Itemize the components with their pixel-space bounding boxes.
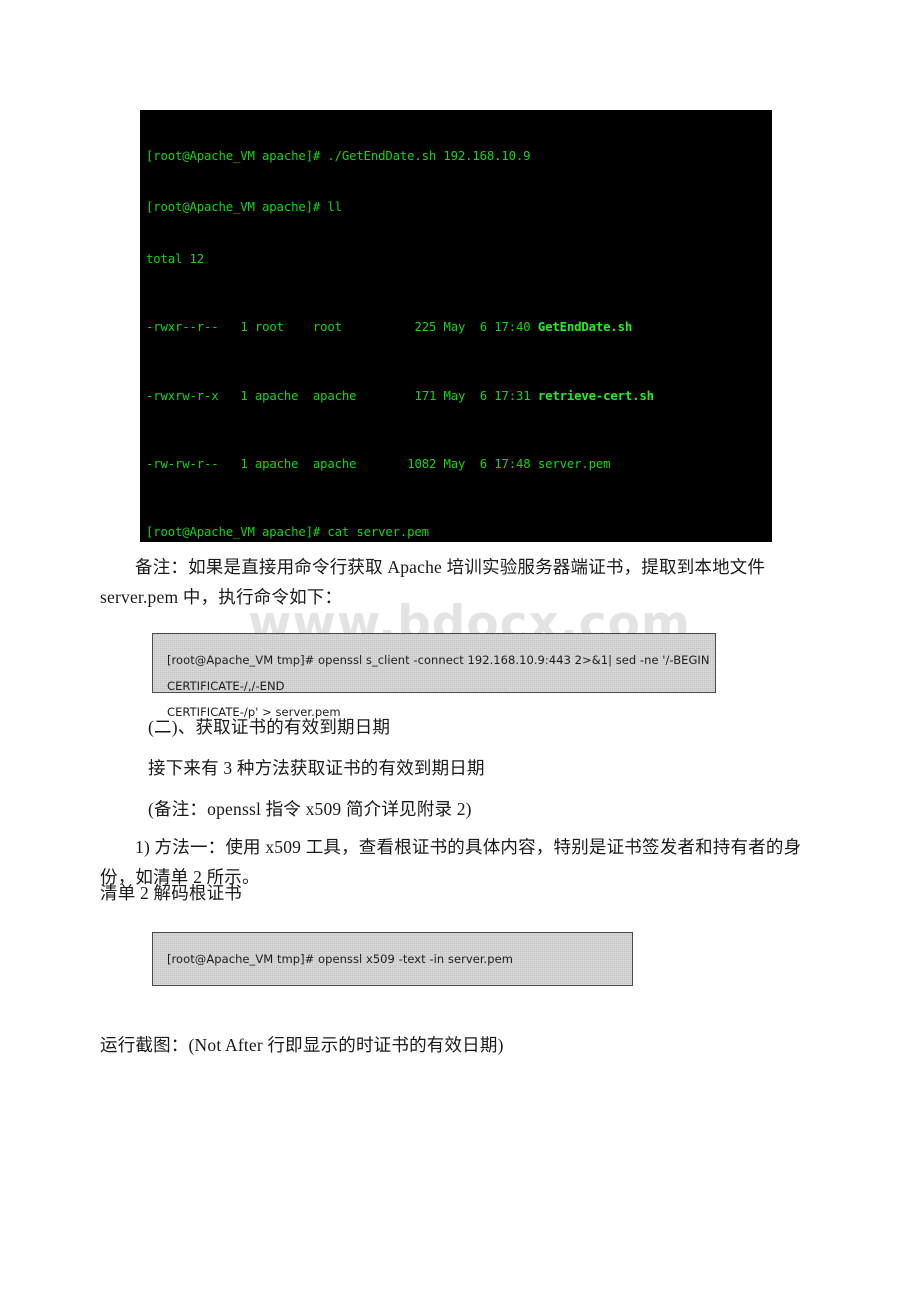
- appendix-note-line: (备注：openssl 指令 x509 简介详见附录 2): [148, 799, 472, 819]
- document-page: [root@Apache_VM apache]# ./GetEndDate.sh…: [0, 0, 920, 1302]
- file-month: May: [443, 320, 466, 335]
- file-time: 17:48: [494, 456, 531, 471]
- file-group: apache: [312, 388, 357, 403]
- file-group: apache: [312, 456, 357, 471]
- file-day: 6: [479, 456, 488, 471]
- file-listing-row: -rwxrw-r-x 1 apache apache 171 May 6 17:…: [146, 388, 772, 405]
- command-box-openssl-x509: [root@Apache_VM tmp]# openssl x509 -text…: [152, 932, 633, 986]
- terminal-output: [root@Apache_VM apache]# ./GetEndDate.sh…: [140, 110, 772, 542]
- file-listing-row: -rwxr--r-- 1 root root 225 May 6 17:40 G…: [146, 319, 772, 336]
- file-day: 6: [479, 388, 488, 403]
- file-size: 171: [414, 388, 437, 403]
- file-name: retrieve-cert.sh: [537, 388, 654, 403]
- file-name: GetEndDate.sh: [537, 320, 633, 335]
- file-time: 17:31: [494, 388, 531, 403]
- listing-caption: 清单 2 解码根证书: [100, 883, 242, 903]
- file-month: May: [443, 456, 466, 471]
- file-month: May: [443, 388, 466, 403]
- file-links: 1: [240, 320, 248, 335]
- file-size: 225: [414, 320, 437, 335]
- terminal-screenshot: [root@Apache_VM apache]# ./GetEndDate.sh…: [140, 110, 772, 542]
- file-size: 1082: [407, 456, 437, 471]
- terminal-prompt-line-2: [root@Apache_VM apache]# ll: [146, 200, 342, 215]
- file-perms: -rwxrw-r-x: [146, 388, 219, 403]
- command-line: [root@Apache_VM tmp]# openssl x509 -text…: [167, 952, 513, 966]
- file-listing-row: -rw-rw-r-- 1 apache apache 1082 May 6 17…: [146, 456, 772, 473]
- command-box-openssl-s-client: [root@Apache_VM tmp]# openssl s_client -…: [152, 633, 716, 719]
- file-name: server.pem: [537, 456, 611, 471]
- intro-line: 接下来有 3 种方法获取证书的有效到期日期: [148, 758, 485, 778]
- terminal-prompt-line-3: [root@Apache_VM apache]# cat server.pem: [146, 525, 429, 540]
- note-paragraph: 备注：如果是直接用命令行获取 Apache 培训实验服务器端证书，提取到本地文件…: [100, 557, 766, 607]
- file-owner: root: [254, 320, 284, 335]
- file-owner: apache: [254, 456, 299, 471]
- file-day: 6: [479, 320, 488, 335]
- file-perms: -rwxr--r--: [146, 320, 219, 335]
- screenshot-caption: 运行截图：(Not After 行即显示的时证书的有效日期): [100, 1035, 504, 1055]
- file-time: 17:40: [494, 320, 531, 335]
- command-box-text: [root@Apache_VM tmp]# openssl x509 -text…: [153, 933, 632, 972]
- command-line: [root@Apache_VM tmp]# openssl s_client -…: [167, 653, 710, 693]
- file-group: root: [312, 320, 342, 335]
- section-heading: (二)、获取证书的有效到期日期: [148, 717, 391, 737]
- terminal-prompt-line-1: [root@Apache_VM apache]# ./GetEndDate.sh…: [146, 149, 531, 164]
- file-links: 1: [240, 388, 248, 403]
- terminal-total-line: total 12: [146, 251, 205, 266]
- file-links: 1: [240, 456, 248, 471]
- file-owner: apache: [254, 388, 299, 403]
- file-perms: -rw-rw-r--: [146, 456, 219, 471]
